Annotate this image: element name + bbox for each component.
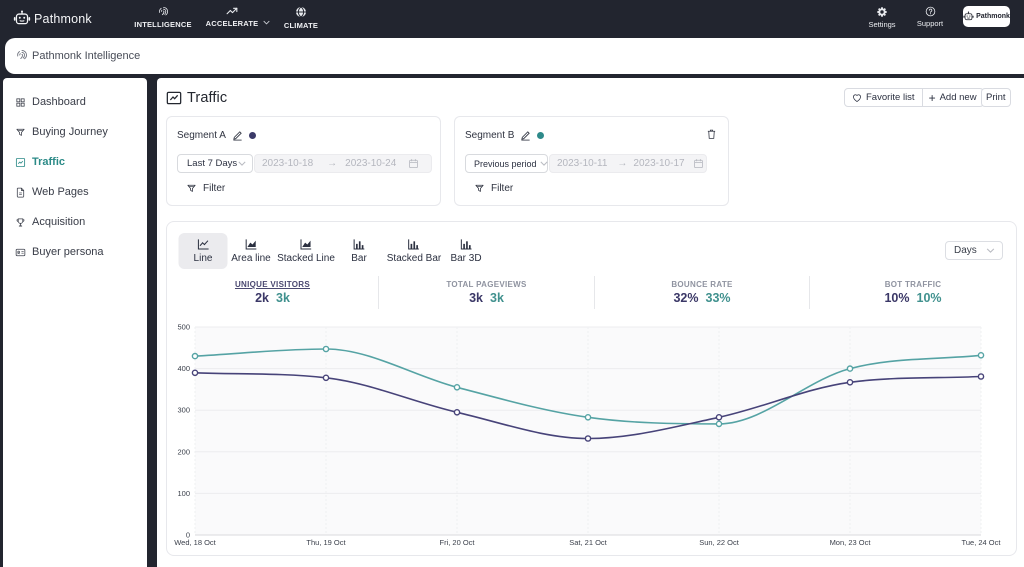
svg-text:400: 400	[177, 364, 190, 373]
svg-text:300: 300	[177, 406, 190, 415]
svg-text:200: 200	[177, 447, 190, 456]
svg-text:Fri, 20 Oct: Fri, 20 Oct	[439, 538, 475, 547]
svg-text:Sat, 21 Oct: Sat, 21 Oct	[569, 538, 607, 547]
svg-text:Sun, 22 Oct: Sun, 22 Oct	[699, 538, 740, 547]
svg-text:500: 500	[177, 323, 190, 332]
svg-text:Tue, 24 Oct: Tue, 24 Oct	[962, 538, 1002, 547]
svg-text:100: 100	[177, 489, 190, 498]
svg-text:Wed, 18 Oct: Wed, 18 Oct	[174, 538, 216, 547]
svg-text:Mon, 23 Oct: Mon, 23 Oct	[830, 538, 872, 547]
svg-text:Thu, 19 Oct: Thu, 19 Oct	[306, 538, 346, 547]
